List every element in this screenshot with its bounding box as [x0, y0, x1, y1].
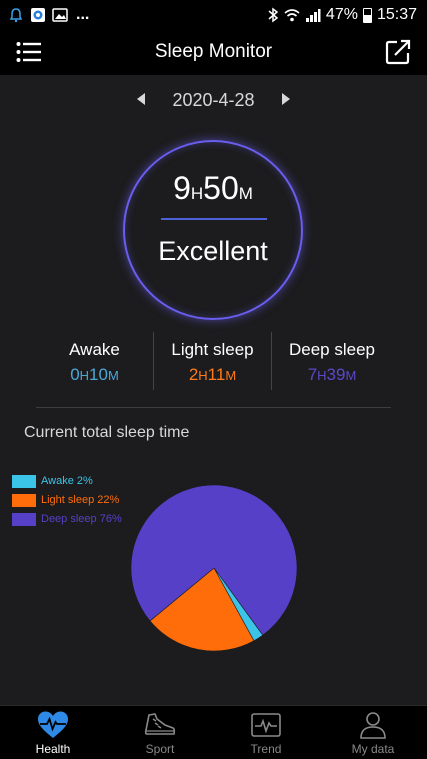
status-bar: ... 47% 15:37: [0, 0, 427, 30]
trend-chart-icon: [251, 713, 281, 737]
chart-legend: Awake 2% Light sleep 22% Deep sleep 76%: [12, 472, 122, 529]
stat-awake: Awake 0H10M: [36, 332, 153, 390]
battery-percent: 47%: [325, 6, 358, 23]
section-divider: [36, 407, 391, 408]
cellular-signal-icon: [305, 9, 321, 22]
stat-label: Awake: [69, 340, 120, 359]
stat-hours: 2: [188, 365, 199, 384]
legend-item-light-sleep: Light sleep 22%: [12, 491, 122, 509]
nav-label: Trend: [250, 742, 282, 756]
sleep-quality: Excellent: [158, 236, 268, 266]
date-navigator: 2020-4-28: [0, 88, 427, 114]
stat-label: Light sleep: [171, 340, 254, 359]
image-notification-icon: [52, 8, 68, 22]
current-date: 2020-4-28: [172, 90, 255, 110]
heart-pulse-icon: [38, 711, 68, 738]
legend-swatch: [12, 474, 36, 488]
stat-label: Deep sleep: [288, 340, 375, 359]
stat-value: 0H10M: [36, 365, 153, 385]
page-title: Sleep Monitor: [154, 41, 273, 62]
stat-minutes-unit: M: [107, 368, 119, 383]
app-header: Sleep Monitor: [0, 30, 427, 75]
legend-item-awake: Awake 2%: [12, 472, 122, 490]
total-hours: 9: [173, 170, 191, 206]
legend-label: Deep sleep 76%: [41, 513, 122, 525]
stat-minutes: 10: [89, 365, 108, 384]
legend-swatch: [12, 512, 36, 526]
legend-label: Awake 2%: [41, 475, 93, 487]
stat-hours-unit: H: [79, 368, 90, 383]
status-time: 15:37: [376, 6, 417, 23]
minutes-unit: M: [238, 184, 253, 203]
sleep-stats: Awake 0H10M Light sleep 2H11M Deep sleep…: [36, 332, 392, 390]
sleep-pie-chart: [130, 484, 298, 652]
stat-minutes: 39: [326, 365, 346, 384]
edit-external-icon[interactable]: [385, 39, 411, 65]
wifi-icon: [284, 9, 300, 22]
nav-label: Sport: [145, 742, 175, 756]
app-notification-icon: [31, 8, 45, 22]
chart-section-title: Current total sleep time: [24, 424, 190, 441]
stat-deep-sleep: Deep sleep 7H39M: [272, 332, 392, 390]
bluetooth-icon: [268, 7, 279, 23]
next-day-button[interactable]: [282, 93, 290, 105]
nav-trend[interactable]: Trend: [213, 706, 319, 759]
legend-item-deep-sleep: Deep sleep 76%: [12, 510, 122, 528]
nav-my-data[interactable]: My data: [320, 706, 426, 759]
notification-bell-icon: [9, 8, 23, 23]
stat-minutes-unit: M: [345, 368, 357, 383]
stat-hours: 7: [307, 365, 318, 384]
battery-icon: [362, 7, 372, 23]
status-left: ...: [8, 5, 89, 25]
stat-minutes-unit: M: [225, 368, 237, 383]
stat-light-sleep: Light sleep 2H11M: [153, 332, 272, 390]
stat-value: 2H11M: [154, 365, 271, 385]
ring-divider: [161, 218, 267, 220]
nav-label: My data: [351, 742, 395, 756]
hours-unit: H: [190, 184, 204, 203]
nav-sport[interactable]: Sport: [107, 706, 213, 759]
total-sleep-time: 9H50M: [125, 170, 301, 207]
stat-hours-unit: H: [317, 368, 327, 383]
legend-label: Light sleep 22%: [41, 494, 120, 506]
shoe-icon: [144, 713, 176, 735]
stat-hours: 0: [70, 365, 80, 384]
stat-hours-unit: H: [198, 368, 208, 383]
stat-value: 7H39M: [272, 365, 392, 385]
stat-minutes: 11: [207, 365, 226, 384]
sleep-summary-ring: 9H50M Excellent: [123, 140, 303, 320]
nav-label: Health: [35, 742, 71, 756]
person-icon: [360, 712, 386, 739]
nav-health[interactable]: Health: [0, 706, 106, 759]
total-minutes: 50: [203, 170, 239, 206]
notification-overflow: ...: [76, 6, 90, 23]
bottom-navigation: Health Sport Trend My data: [0, 705, 427, 759]
status-right: 47% 15:37: [267, 4, 417, 26]
legend-swatch: [12, 493, 36, 507]
